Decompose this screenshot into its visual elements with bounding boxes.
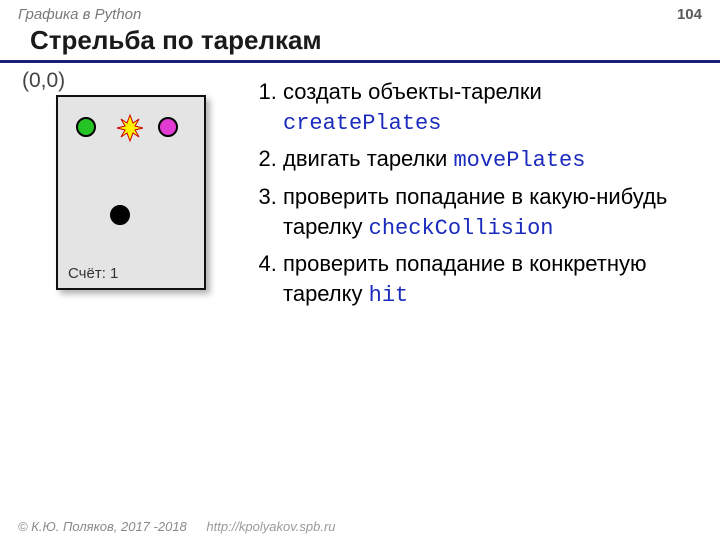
ball-icon xyxy=(110,205,130,225)
copyright: © К.Ю. Поляков, 2017 -2018 xyxy=(18,519,187,534)
origin-coord-label: (0,0) xyxy=(18,69,233,93)
step-text: создать объекты-тарелки xyxy=(283,79,542,104)
plate-green-icon xyxy=(76,117,96,137)
plate-magenta-icon xyxy=(158,117,178,137)
step-text: проверить попадание в конкретную тарелку xyxy=(283,251,647,306)
step-code: createPlates xyxy=(283,111,441,136)
step-code: hit xyxy=(369,283,409,308)
score-label: Счёт: 1 xyxy=(68,265,118,282)
step-code: checkCollision xyxy=(369,216,554,241)
slide-title: Стрельба по тарелкам xyxy=(0,23,720,63)
step-code: movePlates xyxy=(453,148,585,173)
game-illustration: Счёт: 1 xyxy=(56,95,206,290)
footer: © К.Ю. Поляков, 2017 -2018 http://kpolya… xyxy=(18,519,336,534)
list-item: проверить попадание в конкретную тарелку… xyxy=(283,249,702,310)
list-item: создать объекты-тарелки createPlates xyxy=(283,77,702,138)
footer-url: http://kpolyakov.spb.ru xyxy=(206,519,335,534)
steps-list: создать объекты-тарелки createPlates дви… xyxy=(251,77,702,311)
page-number: 104 xyxy=(677,6,702,23)
section-label: Графика в Python xyxy=(18,6,141,23)
list-item: двигать тарелки movePlates xyxy=(283,144,702,176)
step-text: двигать тарелки xyxy=(283,146,447,171)
list-item: проверить попадание в какую-нибудь тарел… xyxy=(283,182,702,243)
